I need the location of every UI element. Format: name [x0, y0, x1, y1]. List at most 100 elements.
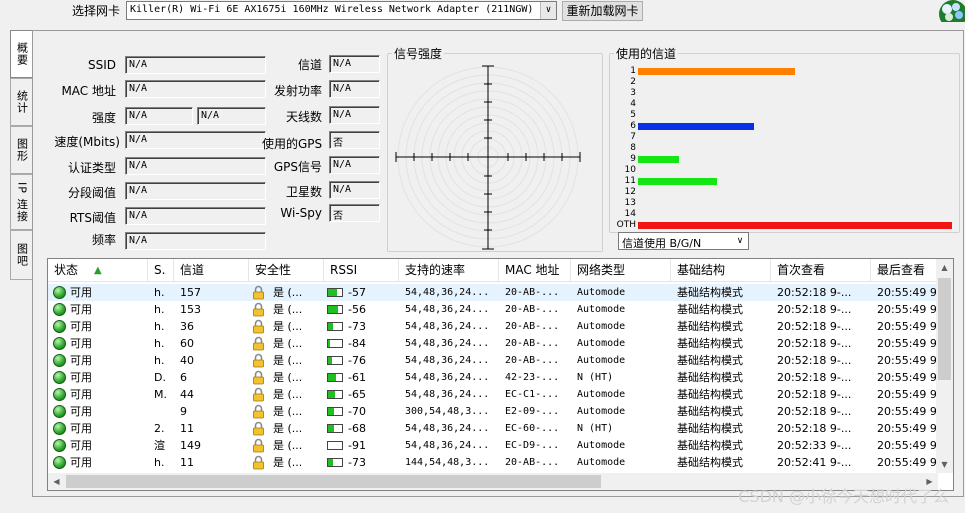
- adapter-label: 选择网卡: [72, 4, 121, 18]
- column-header-1[interactable]: S.: [148, 259, 174, 282]
- cell-type: Automode: [571, 318, 671, 335]
- speed-label: 速度(Mbits): [54, 135, 120, 149]
- antenna-count-field[interactable]: N/A: [329, 106, 380, 124]
- column-header-0[interactable]: 状态 ▲: [48, 259, 148, 282]
- cell-last-text: 20:55:49 9-: [877, 286, 938, 299]
- column-header-7[interactable]: 网络类型: [571, 259, 671, 282]
- table-row[interactable]: 可用 h. 40 是 (... -76 54,48,36,24... 20-AB-... Au…: [48, 352, 938, 369]
- cell-s-text: h.: [154, 286, 165, 299]
- tx-power-field[interactable]: N/A: [329, 80, 380, 98]
- ssid-label: SSID: [87, 58, 116, 72]
- signal-strength-icon: [327, 407, 343, 416]
- channel-field[interactable]: N/A: [329, 55, 380, 73]
- signal-strength-title: 信号强度: [394, 47, 443, 61]
- tab-ip-connections[interactable]: IP 连接: [10, 174, 32, 230]
- cell-mac: E2-09-...: [499, 403, 571, 420]
- signal-strength-icon: [327, 305, 343, 314]
- scroll-up-icon[interactable]: ▲: [936, 259, 953, 276]
- vertical-scroll-thumb[interactable]: [938, 278, 951, 380]
- cell-last: 20:55:49 9-: [871, 420, 938, 437]
- cell-first-text: 20:52:18 9-...: [777, 422, 852, 435]
- table-row[interactable]: 可用 h. 36 是 (... -73 54,48,36,24... 20-AB-... Au…: [48, 318, 938, 335]
- cell-infra-text: 基础结构模式: [677, 303, 743, 316]
- channel-label-14: 14: [624, 209, 636, 219]
- ssid-field[interactable]: N/A: [125, 56, 266, 74]
- table-row[interactable]: 可用 D. 6 是 (... -61 54,48,36,24... 42-23-... N (…: [48, 369, 938, 386]
- satellite-count-field[interactable]: N/A: [329, 181, 380, 199]
- cell-channel: 40: [174, 352, 249, 369]
- gps-signal-field[interactable]: N/A: [329, 156, 380, 174]
- column-header-5[interactable]: 支持的速率: [399, 259, 499, 282]
- chevron-down-icon[interactable]: ∨: [540, 2, 556, 19]
- column-header-10[interactable]: 最后查看: [871, 259, 938, 282]
- column-header-8[interactable]: 基础结构: [671, 259, 771, 282]
- table-row[interactable]: 可用 h. 60 是 (... -84 54,48,36,24... 20-AB-... Au…: [48, 335, 938, 352]
- cell-mac: EC-C1-...: [499, 386, 571, 403]
- cell-mac: 20-AB-...: [499, 352, 571, 369]
- channel-usage-select[interactable]: 信道使用 B/G/N ∨: [618, 232, 749, 250]
- vertical-scrollbar[interactable]: ▲ ▼: [936, 259, 953, 473]
- cell-secure: 是 (...: [249, 369, 324, 386]
- chevron-down-icon[interactable]: ∨: [732, 233, 748, 249]
- column-header-4[interactable]: RSSI: [324, 259, 399, 282]
- cell-s: M.: [148, 386, 174, 403]
- cell-type: N (HT): [571, 369, 671, 386]
- cell-last: 20:55:49 9-: [871, 403, 938, 420]
- cell-rates: 54,48,36,24...: [399, 420, 499, 437]
- table-row[interactable]: 可用 M. 44 是 (... -65 54,48,36,24... EC-C1-... Au…: [48, 386, 938, 403]
- column-header-9[interactable]: 首次查看: [771, 259, 871, 282]
- cell-rssi: -61: [324, 369, 399, 386]
- horizontal-scroll-thumb[interactable]: [66, 475, 601, 488]
- frag-threshold-field[interactable]: N/A: [125, 182, 266, 200]
- channel-label-5: 5: [630, 110, 636, 120]
- tab-graph[interactable]: 图形: [10, 126, 32, 174]
- column-header-6[interactable]: MAC 地址: [499, 259, 571, 282]
- channel-usage-select-value: 信道使用 B/G/N: [622, 237, 702, 250]
- cell-secure: 是 (...: [249, 301, 324, 318]
- adapter-select[interactable]: Killer(R) Wi-Fi 6E AX1675i 160MHz Wirele…: [126, 1, 557, 20]
- column-header-2[interactable]: 信道: [174, 259, 249, 282]
- speed-field[interactable]: N/A: [125, 131, 266, 149]
- scroll-left-icon[interactable]: ◀: [48, 473, 65, 490]
- cell-s: 渲: [148, 437, 174, 454]
- table-row[interactable]: 可用 h. 11 是 (... -73 144,54,48,3... 20-AB-... Au…: [48, 454, 938, 471]
- cell-rates-text: 54,48,36,24...: [405, 423, 490, 434]
- cell-s: h.: [148, 318, 174, 335]
- tab-statistics[interactable]: 统计: [10, 78, 32, 126]
- tab-map[interactable]: 图吧: [10, 230, 32, 280]
- strength-field-b[interactable]: N/A: [197, 107, 266, 125]
- cell-channel-text: 44: [180, 388, 194, 401]
- strength-field-a[interactable]: N/A: [125, 107, 193, 125]
- network-table: 状态 ▲ S. 信道 安全性 RSSI 支持的速率 MAC 地址 网络类型 基础结构 首次查看 最后查…: [47, 258, 954, 491]
- cell-s-text: h.: [154, 456, 165, 469]
- table-row[interactable]: 可用 h. 153 是 (... -56 54,48,36,24... 20-AB-... A…: [48, 301, 938, 318]
- table-row[interactable]: 可用 h. 157 是 (... -57 54,48,36,24... 20-AB-... A…: [48, 284, 938, 301]
- cell-type-text: Automode: [577, 304, 626, 315]
- cell-first: 20:52:18 9-...: [771, 301, 871, 318]
- channel-label-1: 1: [630, 66, 636, 76]
- cell-channel: 60: [174, 335, 249, 352]
- cell-type-text: Automode: [577, 406, 626, 417]
- tab-summary[interactable]: 概要: [10, 30, 32, 78]
- sort-ascending-icon[interactable]: ▲: [94, 259, 102, 282]
- table-row[interactable]: 可用渲 149 是 (... -91 54,48,36,24... EC-D9-... Au…: [48, 437, 938, 454]
- signal-strength-icon: [327, 288, 343, 297]
- cell-mac: 42-23-...: [499, 369, 571, 386]
- gps-used-label: 使用的GPS: [262, 137, 323, 151]
- cell-infra-text: 基础结构模式: [677, 422, 743, 435]
- mac-field[interactable]: N/A: [125, 80, 266, 98]
- wispy-field[interactable]: 否: [329, 204, 380, 222]
- column-header-3[interactable]: 安全性: [249, 259, 324, 282]
- frequency-field[interactable]: N/A: [125, 232, 266, 250]
- gps-used-field[interactable]: 否: [329, 131, 380, 149]
- table-row[interactable]: 可用 2. 11 是 (... -68 54,48,36,24... EC-60-... N …: [48, 420, 938, 437]
- reload-adapter-button[interactable]: 重新加载网卡: [562, 1, 643, 21]
- auth-field[interactable]: N/A: [125, 157, 266, 175]
- signal-strength-icon: [327, 356, 343, 365]
- rts-threshold-field[interactable]: N/A: [125, 207, 266, 225]
- scroll-down-icon[interactable]: ▼: [936, 456, 953, 473]
- cell-rssi: -73: [324, 454, 399, 471]
- cell-secure: 是 (...: [249, 403, 324, 420]
- cell-channel: 6: [174, 369, 249, 386]
- table-row[interactable]: 可用 9 是 (... -70 300,54,48,3... E2-09-... Autom…: [48, 403, 938, 420]
